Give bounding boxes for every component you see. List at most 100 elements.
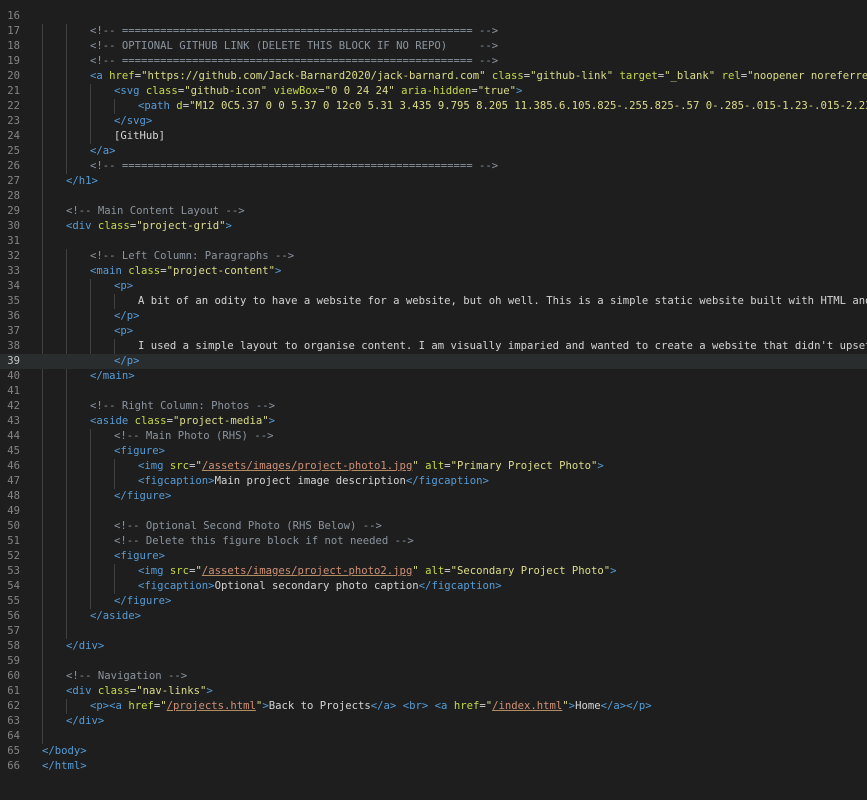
code-line[interactable]: 17 <!-- =================================…: [0, 24, 867, 39]
attribute-value: "github-icon": [184, 84, 268, 97]
code-line[interactable]: 49: [0, 504, 867, 519]
code-line[interactable]: 38 I used a simple layout to organise con…: [0, 339, 867, 354]
code-line[interactable]: 23 </svg>: [0, 114, 867, 129]
line-code: </svg>: [114, 114, 152, 129]
code-line[interactable]: 53 <img src="/assets/images/project-photo…: [0, 564, 867, 579]
code-line[interactable]: 54 <figcaption>Optional secondary photo c…: [0, 579, 867, 594]
code-line[interactable]: 32 <!-- Left Column: Paragraphs -->: [0, 249, 867, 264]
code-line[interactable]: 50 <!-- Optional Second Photo (RHS Below)…: [0, 519, 867, 534]
code-line[interactable]: 52 <figure>: [0, 549, 867, 564]
line-number: 49: [7, 504, 20, 517]
tag-name: h1: [78, 174, 92, 187]
tag-bracket: >: [225, 219, 232, 232]
tag-bracket: </: [90, 609, 103, 622]
line-number: 52: [7, 549, 20, 562]
code-line[interactable]: 55 </figure>: [0, 594, 867, 609]
attribute-value: "Secondary Project Photo": [450, 564, 611, 577]
tag-name: figcaption: [144, 474, 209, 487]
tag-name: div: [72, 684, 92, 697]
attribute-value: "project-content": [166, 264, 276, 277]
code-line[interactable]: 41: [0, 384, 867, 399]
code-line[interactable]: 20 <a href="https://github.com/Jack-Barna…: [0, 69, 867, 84]
tag-bracket: >: [275, 264, 282, 277]
code-line[interactable]: 59: [0, 654, 867, 669]
code-line[interactable]: 29 <!-- Main Content Layout -->: [0, 204, 867, 219]
attribute-value: "https://github.com/Jack-Barnard2020/jac…: [141, 69, 486, 82]
code-line[interactable]: 46 <img src="/assets/images/project-photo…: [0, 459, 867, 474]
code-line[interactable]: 44 <!-- Main Photo (RHS) -->: [0, 429, 867, 444]
line-number: 23: [7, 114, 20, 127]
link-path: /assets/images/project-photo2.jpg: [201, 564, 413, 577]
code-line[interactable]: 62 <p><a href="/projects.html">Back to Pr…: [0, 699, 867, 714]
code-line[interactable]: 26 <!-- =================================…: [0, 159, 867, 174]
code-line[interactable]: 24 [GitHub]: [0, 129, 867, 144]
line-code: </h1>: [66, 174, 98, 189]
tag-bracket: </: [418, 579, 432, 592]
code-line[interactable]: 35 A bit of an odity to have a website fo…: [0, 294, 867, 309]
attribute-name: target: [619, 69, 658, 82]
attribute-name: class: [128, 264, 161, 277]
code-line[interactable]: 58 </div>: [0, 639, 867, 654]
code-line[interactable]: 48 </figure>: [0, 489, 867, 504]
tag-bracket: >: [158, 549, 166, 562]
line-number: 27: [7, 174, 20, 187]
text-content: Optional secondary photo caption: [214, 579, 419, 592]
code-editor[interactable]: 16 17 <!-- ===============================…: [0, 0, 867, 800]
tag-bracket: ></: [619, 699, 639, 712]
attribute-name: alt: [425, 459, 445, 472]
code-line[interactable]: 63 </div>: [0, 714, 867, 729]
tag-bracket: </: [42, 759, 55, 772]
attribute-name: src: [169, 564, 190, 577]
code-line[interactable]: 42 <!-- Right Column: Photos -->: [0, 399, 867, 414]
tag-name: img: [144, 564, 164, 577]
code-line[interactable]: 60 <!-- Navigation -->: [0, 669, 867, 684]
code-line[interactable]: 31: [0, 234, 867, 249]
tag-bracket: >: [97, 639, 105, 652]
code-line[interactable]: 36 </p>: [0, 309, 867, 324]
code-line[interactable]: 25 </a>: [0, 144, 867, 159]
code-line[interactable]: 37 <p>: [0, 324, 867, 339]
line-code: I used a simple layout to organise conte…: [138, 339, 867, 354]
code-line[interactable]: 66 </html>: [0, 759, 867, 774]
line-number: 58: [7, 639, 20, 652]
tag-bracket: </: [66, 714, 79, 727]
tag-name: path: [144, 99, 170, 112]
code-line[interactable]: 33 <main class="project-content">: [0, 264, 867, 279]
text-content: A bit of an odity to have a website for …: [138, 294, 867, 307]
attribute-value: "project-grid": [136, 219, 226, 232]
tag-bracket: >: [597, 459, 604, 472]
code-line[interactable]: 57: [0, 624, 867, 639]
code-line[interactable]: 64: [0, 729, 867, 744]
code-line[interactable]: 39 </p>: [0, 353, 867, 369]
code-line[interactable]: 27 </h1>: [0, 174, 867, 189]
code-line[interactable]: 19 <!-- =================================…: [0, 54, 867, 69]
code-line[interactable]: 43 <aside class="project-media">: [0, 414, 867, 429]
tag-bracket: >: [515, 84, 523, 97]
tag-bracket: </: [90, 369, 103, 382]
code-line[interactable]: 45 <figure>: [0, 444, 867, 459]
code-line[interactable]: 30 <div class="project-grid">: [0, 219, 867, 234]
code-line[interactable]: 28: [0, 189, 867, 204]
code-line[interactable]: 65 </body>: [0, 744, 867, 759]
code-line[interactable]: 21 <svg class="github-icon" viewBox="0 0 …: [0, 84, 867, 99]
code-line[interactable]: 51 <!-- Delete this figure block if not n…: [0, 534, 867, 549]
code-line[interactable]: 56 </aside>: [0, 609, 867, 624]
code-line[interactable]: 22 <path d="M12 0C5.37 0 0 5.37 0 12c0 5.…: [0, 99, 867, 114]
code-line[interactable]: 34 <p>: [0, 279, 867, 294]
line-code: </html>: [42, 759, 87, 774]
tag-bracket: >: [165, 489, 172, 502]
code-line[interactable]: 47 <figcaption>Main project image descrip…: [0, 474, 867, 489]
comment-token: <!-- ===================================…: [90, 24, 499, 37]
line-number: 36: [7, 309, 20, 322]
code-line[interactable]: 16: [0, 9, 867, 24]
code-line[interactable]: 40 </main>: [0, 369, 867, 384]
link-path: /projects.html: [166, 699, 256, 712]
line-number: 24: [7, 129, 20, 142]
text-content: Main project image description: [214, 474, 406, 487]
tag-bracket: >: [206, 684, 213, 697]
tag-bracket: </: [42, 744, 55, 757]
code-line[interactable]: 61 <div class="nav-links">: [0, 684, 867, 699]
tag-bracket: >: [109, 144, 116, 157]
code-line[interactable]: 18 <!-- OPTIONAL GITHUB LINK (DELETE THIS…: [0, 39, 867, 54]
tag-name: figure: [126, 594, 166, 607]
